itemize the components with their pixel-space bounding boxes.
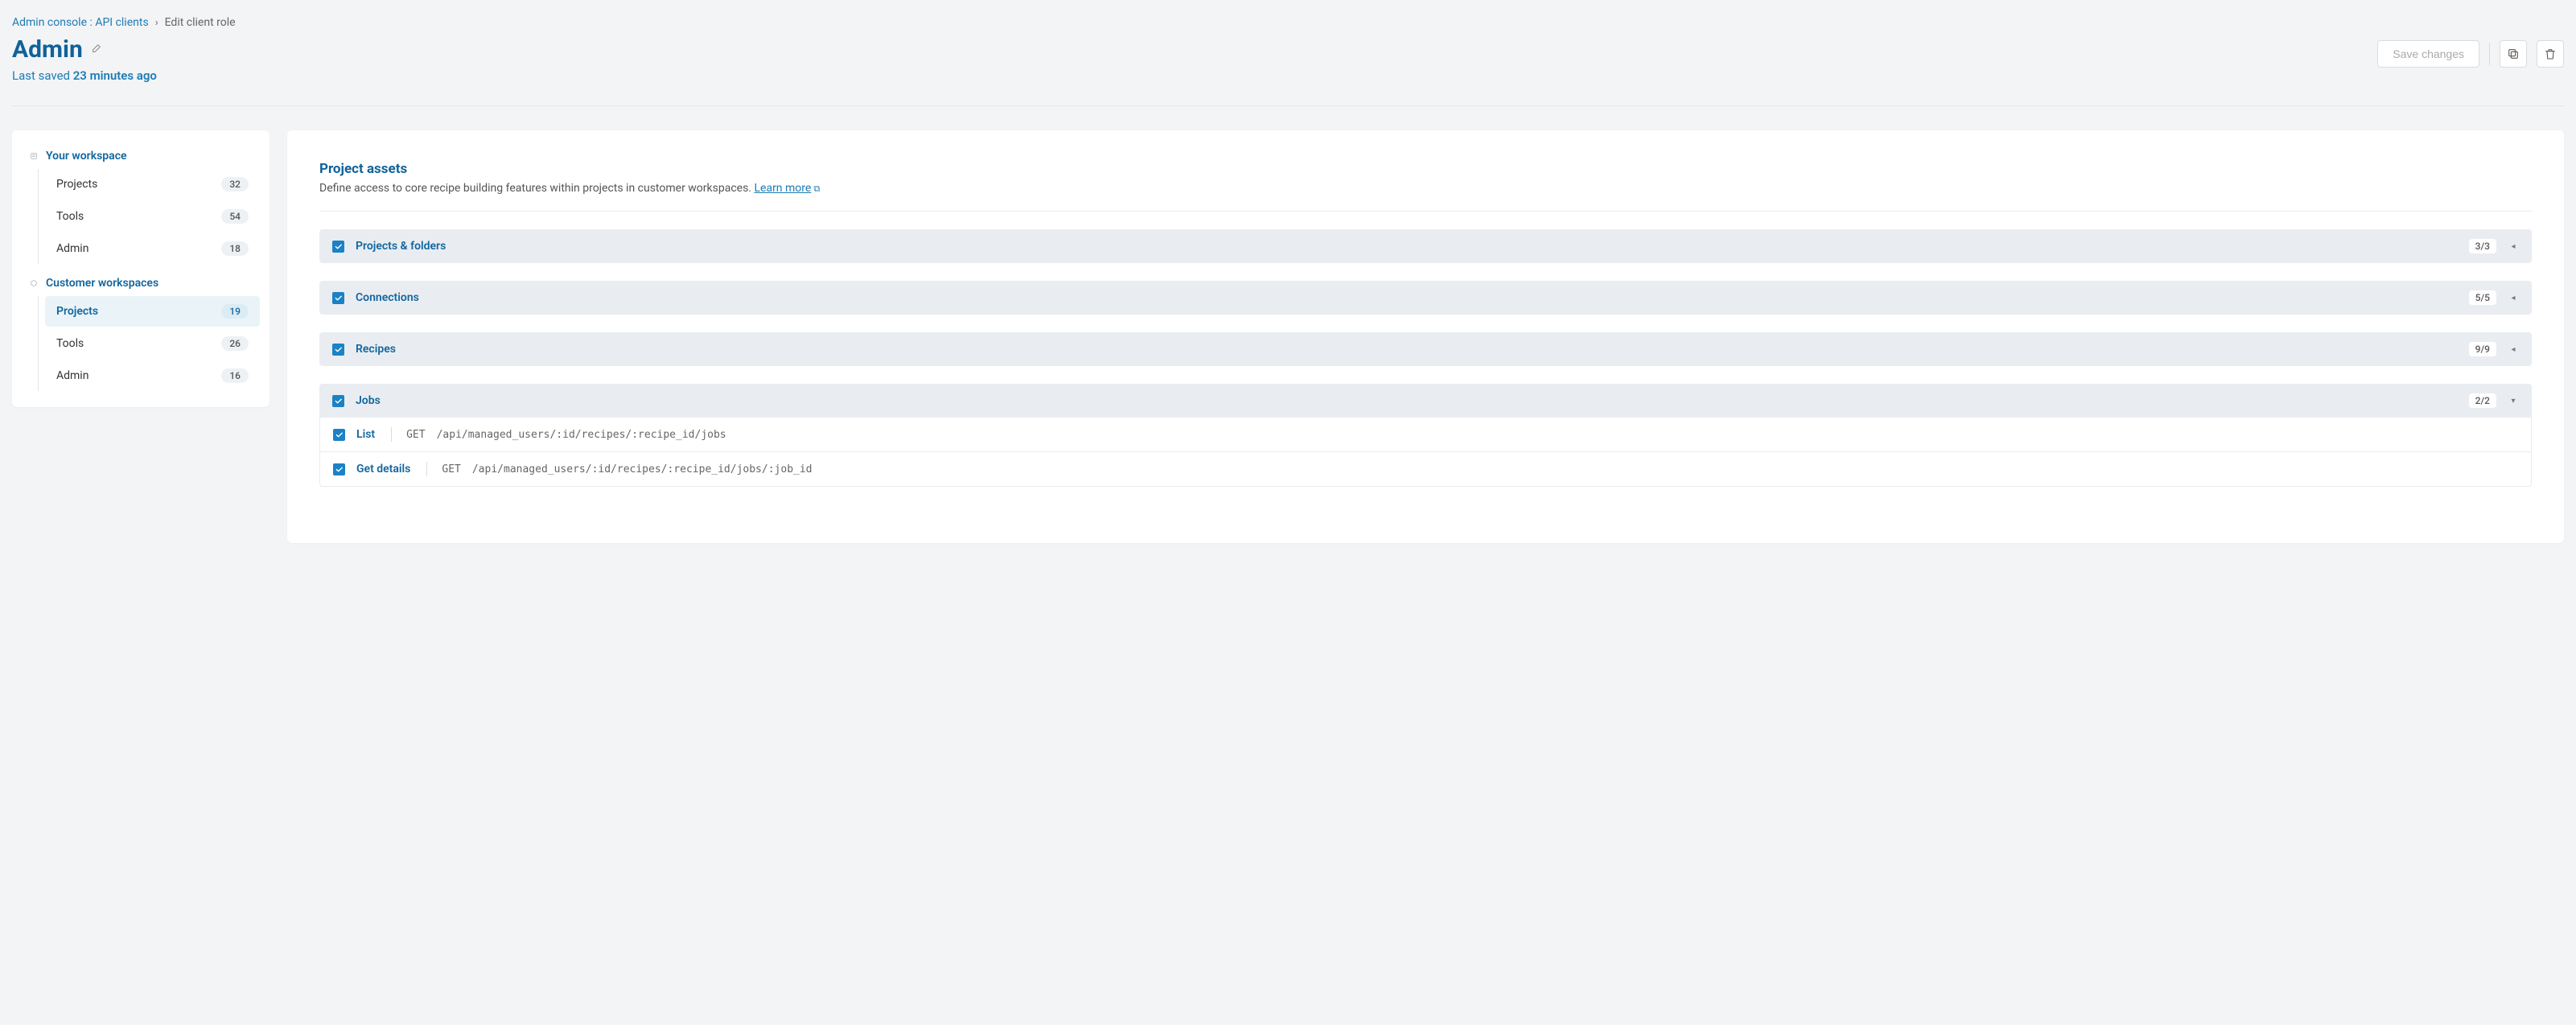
sidebar-item-label: Tools: [56, 337, 84, 350]
count-badge: 54: [221, 209, 249, 224]
sidebar-item-label: Admin: [56, 369, 88, 382]
perm-rows-jobs: List GET /api/managed_users/:id/recipes/…: [319, 418, 2532, 487]
perm-group-label: Recipes: [356, 343, 2458, 356]
divider: [426, 462, 427, 476]
subtitle-text: Define access to core recipe building fe…: [319, 182, 754, 195]
sidebar-item-label: Tools: [56, 210, 84, 223]
count-badge: 26: [221, 336, 249, 351]
count-badge: 18: [221, 241, 249, 256]
collapse-toggle-icon[interactable]: ◂: [2508, 294, 2519, 303]
collapse-toggle-icon[interactable]: ◂: [2508, 242, 2519, 251]
checkbox[interactable]: [332, 241, 344, 253]
perm-group-label: Projects & folders: [356, 240, 2458, 253]
perm-group-label: Connections: [356, 291, 2458, 304]
page-title-text: Admin: [12, 35, 83, 64]
copy-icon: [2507, 47, 2520, 60]
divider: [2489, 43, 2490, 65]
divider: [319, 211, 2532, 212]
sidebar: Your workspace Projects 32 Tools 54 Admi…: [12, 130, 270, 407]
sidebar-item-cw-admin[interactable]: Admin 16: [45, 360, 260, 391]
sidebar-item-label: Projects: [56, 305, 98, 318]
sidebar-section-customer-workspaces[interactable]: Customer workspaces: [22, 272, 260, 294]
sidebar-section-label: Customer workspaces: [46, 277, 158, 290]
section-subtitle: Define access to core recipe building fe…: [319, 182, 2532, 195]
checkbox[interactable]: [333, 429, 345, 441]
chevron-right-icon: ›: [155, 17, 158, 29]
edit-icon[interactable]: [91, 42, 103, 57]
external-link-icon: ⧉: [813, 183, 820, 194]
expand-toggle-icon[interactable]: ▾: [2508, 397, 2519, 405]
perm-group-label: Jobs: [356, 394, 2458, 407]
count-badge: 5/5: [2469, 290, 2496, 305]
section-heading: Project assets: [319, 161, 2532, 177]
perm-name: Get details: [356, 463, 410, 475]
checkbox[interactable]: [333, 463, 345, 475]
sidebar-item-tools[interactable]: Tools 54: [45, 201, 260, 232]
endpoint-path: /api/managed_users/:id/recipes/:recipe_i…: [472, 463, 813, 475]
breadcrumb-current: Edit client role: [165, 16, 236, 29]
breadcrumb-root-link[interactable]: Admin console : API clients: [12, 16, 149, 29]
sidebar-section-your-workspace[interactable]: Your workspace: [22, 145, 260, 167]
perm-group-connections[interactable]: Connections 5/5 ◂: [319, 281, 2532, 315]
trash-icon: [2544, 47, 2557, 60]
count-badge: 9/9: [2469, 342, 2496, 356]
perm-row-list: List GET /api/managed_users/:id/recipes/…: [320, 418, 2531, 451]
page-title: Admin: [12, 35, 157, 64]
http-method: GET: [406, 429, 425, 441]
divider: [391, 427, 392, 442]
last-saved: Last saved 23 minutes ago: [12, 68, 157, 83]
checkbox[interactable]: [332, 292, 344, 304]
count-badge: 2/2: [2469, 393, 2496, 408]
perm-group-recipes[interactable]: Recipes 9/9 ◂: [319, 332, 2532, 366]
copy-button[interactable]: [2500, 40, 2527, 68]
divider: [12, 105, 2564, 106]
checkbox[interactable]: [332, 395, 344, 407]
main-panel: Project assets Define access to core rec…: [287, 130, 2564, 543]
sidebar-item-projects[interactable]: Projects 32: [45, 169, 260, 200]
sidebar-item-cw-tools[interactable]: Tools 26: [45, 328, 260, 359]
count-badge: 32: [221, 177, 249, 191]
delete-button[interactable]: [2537, 40, 2564, 68]
http-method: GET: [442, 463, 460, 475]
learn-more-link[interactable]: Learn more: [754, 182, 811, 195]
sidebar-item-cw-projects[interactable]: Projects 19: [45, 296, 260, 327]
endpoint-path: /api/managed_users/:id/recipes/:recipe_i…: [437, 429, 726, 441]
count-badge: 16: [221, 368, 249, 383]
checkbox[interactable]: [332, 344, 344, 356]
sidebar-item-admin[interactable]: Admin 18: [45, 233, 260, 264]
last-saved-prefix: Last saved: [12, 68, 73, 83]
sidebar-section-label: Your workspace: [46, 150, 127, 163]
count-badge: 19: [221, 304, 249, 319]
breadcrumb: Admin console : API clients › Edit clien…: [12, 16, 2564, 29]
perm-row-get-details: Get details GET /api/managed_users/:id/r…: [320, 451, 2531, 486]
perm-group-jobs[interactable]: Jobs 2/2 ▾: [319, 384, 2532, 418]
perm-group-projects-folders[interactable]: Projects & folders 3/3 ◂: [319, 229, 2532, 263]
last-saved-time: 23 minutes ago: [73, 68, 157, 83]
circle-icon: [30, 279, 38, 287]
collapse-toggle-icon[interactable]: ◂: [2508, 345, 2519, 354]
sidebar-item-label: Projects: [56, 178, 97, 191]
perm-name: List: [356, 428, 375, 441]
save-button[interactable]: Save changes: [2377, 40, 2479, 68]
count-badge: 3/3: [2469, 239, 2496, 253]
sidebar-item-label: Admin: [56, 242, 88, 255]
workspace-icon: [30, 152, 38, 160]
header-actions: Save changes: [2377, 35, 2564, 68]
